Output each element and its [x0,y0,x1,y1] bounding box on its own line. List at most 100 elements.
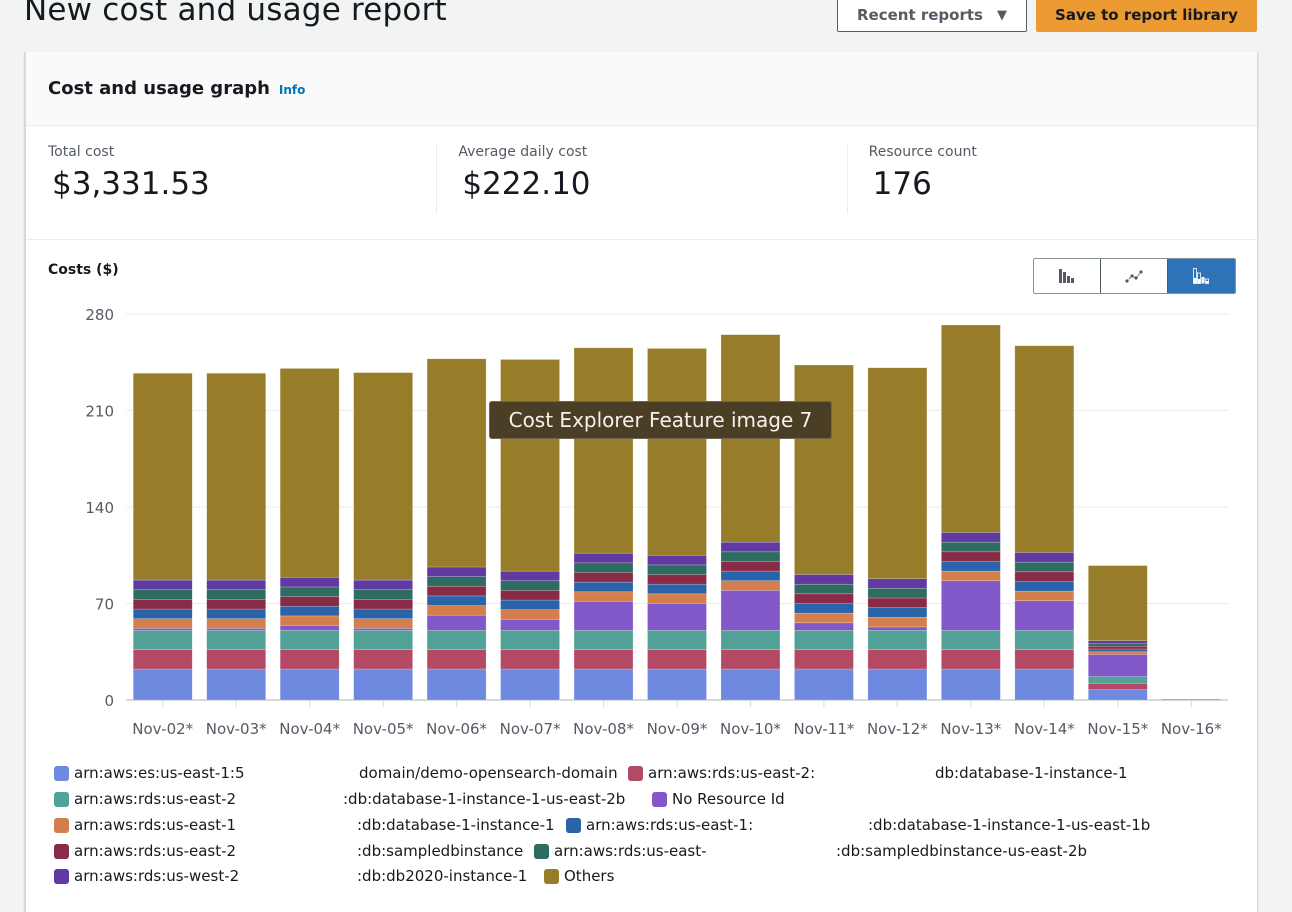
bar-segment [206,589,266,600]
bar-segment [794,630,854,650]
bar-segment [206,579,266,591]
bar-segment [426,358,487,568]
bar-segment [353,608,413,619]
bar-segment [941,630,1001,650]
bar-segment [353,599,413,610]
legend-swatch [54,791,69,807]
bar-segment [941,532,1001,543]
bar-segment [794,603,854,614]
bar-segment [206,649,266,670]
legend-label-suffix: db:database-1-instance-1 [935,764,1128,782]
bar-segment [1014,668,1075,701]
bar-segment [720,580,781,591]
legend-label-suffix: :db:db2020-instance-1 [357,867,528,885]
bar-segment [132,630,193,650]
bar-segment [573,601,634,631]
legend-item[interactable]: arn:aws:rds:us-east-2:db:database-1-inst… [628,764,1128,782]
bar-segment [500,619,560,631]
bar-segment [1088,645,1148,650]
bar-segment [426,605,487,616]
legend-item[interactable]: arn:aws:rds:us-east-2:db:database-1-inst… [54,790,625,808]
bar-segment [353,649,413,670]
bar-segment [720,668,781,701]
bar-segment [720,541,781,553]
bar-segment [647,593,707,604]
bar-segment [1088,654,1148,677]
legend-swatch [652,791,667,807]
bar-segment [941,649,1001,670]
bar-segment [867,607,928,618]
legend-item[interactable]: arn:aws:rds:us-east-1::db:database-1-ins… [566,816,1150,834]
legend-item[interactable]: arn:aws:rds:us-east-1:db:database-1-inst… [54,816,555,834]
bar-segment [941,668,1001,701]
legend-swatch [628,765,643,781]
bar-segment [647,348,707,556]
legend-label-suffix: :db:database-1-instance-1-us-east-1b [868,816,1151,834]
bar-segment [720,590,781,631]
bar-segment [794,668,854,701]
bar-segment [279,596,340,607]
legend-item[interactable]: arn:aws:rds:us-west-2:db:db2020-instance… [54,867,527,885]
bar-segment [132,649,193,670]
bar-segment [867,630,928,650]
bar-segment [647,554,707,566]
legend-label: arn:aws:rds:us-east-2 [74,842,237,860]
bar-segment [573,347,634,554]
bar-segment [647,668,707,701]
bar-segment [206,668,266,701]
bar-segment [500,570,560,582]
y-tick-label: 140 [85,499,114,517]
bar-segment [1088,565,1148,642]
bar-segment [279,630,340,650]
bar-segment [1014,571,1075,582]
bar-segment [132,608,193,619]
bar-segment [500,580,560,591]
bar-segment [279,368,340,578]
bar-segment [279,577,340,588]
bar-segment [132,589,193,600]
bar-segment [1088,640,1148,644]
bar-segment [647,564,707,575]
bar-segment [573,649,634,670]
bar-segment [353,589,413,600]
bar-segment [867,367,928,579]
bar-segment [426,585,487,597]
bar-segment [1014,600,1075,631]
legend-item[interactable]: No Resource Id [652,790,785,808]
bar-segment [426,566,487,577]
legend-item[interactable]: Others [544,867,614,885]
legend-item[interactable]: arn:aws:es:us-east-1:5 domain/demo-opense… [54,764,618,782]
bar-segment [132,579,193,591]
bar-segment [426,614,487,631]
bar-segment [353,668,413,701]
bar-segment [794,364,854,575]
bar-segment [279,625,340,631]
y-tick-label: 70 [95,596,114,614]
bar-segment [794,612,854,624]
bar-segment [132,372,193,581]
bar-segment [353,372,413,581]
bar-segment [647,603,707,631]
bar-segment [426,649,487,670]
bar-segment [941,580,1001,631]
bar-segment [867,588,928,599]
bar-segment [353,628,413,631]
bar-segment [279,649,340,670]
bar-segment [353,630,413,650]
bar-segment [1014,630,1075,650]
bar-segment [1088,643,1148,647]
bar-segment [353,579,413,591]
legend-item[interactable]: arn:aws:rds:us-east-2:db:sampledbinstanc… [54,842,523,860]
bar-segment [573,562,634,573]
bar-segment [500,590,560,601]
legend-label: Others [564,867,615,885]
legend-item[interactable]: arn:aws:rds:us-east-:db:sampledbinstance… [534,842,1087,860]
bar-segment [132,628,193,631]
bar-segment [206,628,266,631]
image-caption-tooltip: Cost Explorer Feature image 7 [489,401,832,439]
bar-segment [573,630,634,650]
bar-segment [867,649,928,670]
bar-segment [1088,648,1148,653]
bar-segment [1014,581,1075,592]
bar-segment [647,649,707,670]
